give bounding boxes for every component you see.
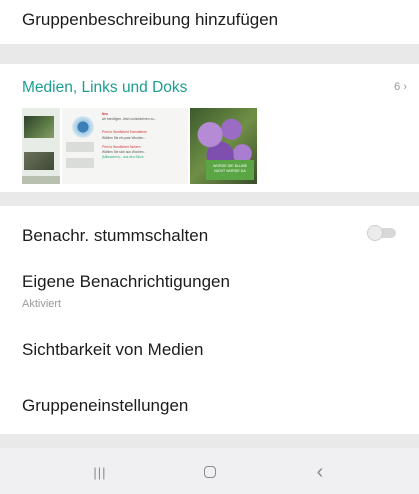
screenshot-text: Neu wir benötigen. Jetzt zurückkehren zu… — [102, 112, 186, 160]
home-icon — [204, 466, 216, 478]
back-icon: ‹ — [316, 460, 324, 483]
recent-apps-button[interactable]: ||| — [80, 462, 120, 482]
chevron-right-icon: › — [403, 81, 407, 93]
media-thumbnail-screenshot[interactable]: Neu wir benötigen. Jetzt zurückkehren zu… — [62, 108, 188, 184]
add-description-label: Gruppenbeschreibung hinzufügen — [22, 10, 279, 29]
screenshot-line: (Mitmachen)... aus den Stück — [102, 155, 144, 160]
screenshot-sidebar-block-2 — [66, 158, 94, 168]
media-links-docs-title[interactable]: Medien, Links und Doks — [22, 79, 187, 97]
mute-notifications-label: Benachr. stummschalten — [22, 226, 209, 245]
thumbnail-photo-top — [24, 116, 54, 138]
mute-notifications-row[interactable]: Benachr. stummschalten — [0, 206, 419, 260]
toggle-knob — [368, 226, 382, 240]
screenshot-sidebar-block-1 — [66, 142, 94, 152]
home-button[interactable] — [190, 462, 230, 482]
group-settings-row[interactable]: Gruppeneinstellungen — [0, 382, 419, 434]
media-count-value: 6 — [394, 81, 401, 93]
screenshot-avatar-circle — [72, 116, 94, 138]
description-row[interactable]: Gruppenbeschreibung hinzufügen — [0, 0, 419, 44]
flowers-banner: WÜRDE DIE BLUME NICHT WÜRDE DA — [206, 160, 254, 180]
section-divider — [0, 192, 419, 206]
group-settings-label: Gruppeneinstellungen — [22, 396, 189, 415]
section-divider — [0, 44, 419, 64]
custom-notifications-row[interactable]: Eigene Benachrichtigungen Aktiviert — [0, 262, 419, 318]
custom-notifications-label: Eigene Benachrichtigungen — [22, 272, 230, 291]
custom-notifications-status: Aktiviert — [22, 298, 62, 310]
media-thumbnail-flowers[interactable]: WÜRDE DIE BLUME NICHT WÜRDE DA — [190, 108, 257, 184]
section-divider — [0, 434, 419, 448]
media-thumbnail-collage[interactable] — [22, 108, 60, 184]
thumbnail-photo-bottom — [24, 152, 54, 170]
back-button[interactable]: ‹ — [300, 460, 340, 483]
recents-icon: ||| — [93, 464, 107, 480]
thumbnail-strip — [22, 176, 60, 184]
media-count[interactable]: 6 › — [394, 81, 407, 93]
system-navigation-bar: ||| ‹ — [0, 448, 419, 494]
media-visibility-row[interactable]: Sichtbarkeit von Medien — [0, 326, 419, 378]
media-visibility-label: Sichtbarkeit von Medien — [22, 340, 204, 359]
mute-toggle[interactable] — [368, 226, 398, 240]
